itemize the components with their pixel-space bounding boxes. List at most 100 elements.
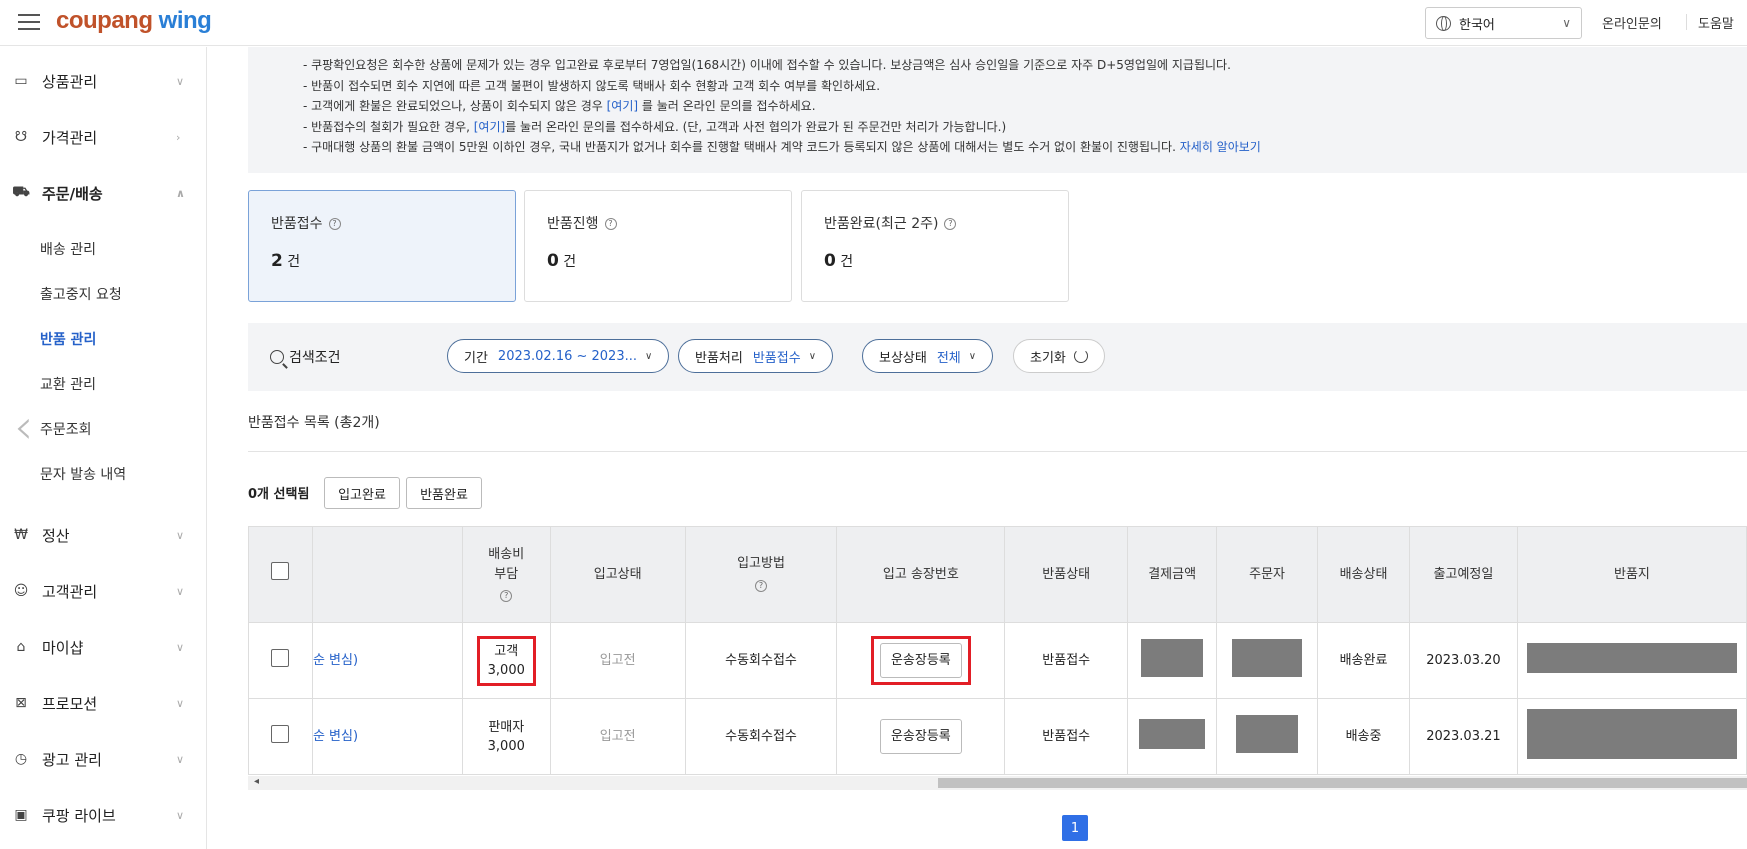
notice-line: - 반품이 접수되면 회수 지연에 따른 고객 불편이 발생하지 않도록 택배사… bbox=[303, 78, 881, 93]
scroll-left-icon[interactable]: ◂ bbox=[254, 776, 259, 787]
reset-label: 초기화 bbox=[1030, 350, 1066, 366]
return-process-filter[interactable]: 반품처리 반품접수 ∨ bbox=[678, 339, 834, 373]
header-return-address: 반품지 bbox=[1516, 526, 1747, 623]
chevron-down-icon: ∨ bbox=[176, 808, 185, 822]
period-filter[interactable]: 기간 2023.02.16 ~ 2023... ∨ bbox=[447, 339, 670, 373]
top-header: coupang wing 한국어 ∨ 온라인문의 도움말 bbox=[0, 0, 1747, 46]
coupang-wing-logo[interactable]: coupang wing bbox=[56, 7, 212, 35]
chevron-down-icon: ∨ bbox=[176, 640, 185, 654]
sidebar-sub-sms-history[interactable]: 문자 발송 내역 bbox=[40, 464, 126, 484]
card-count: 0 건 bbox=[547, 251, 769, 271]
notice-line: - 고객에게 환불은 완료되었으나, 상품이 회수되지 않은 경우 [여기] 를… bbox=[303, 96, 1747, 117]
search-icon bbox=[270, 350, 284, 364]
search-conditions-label: 검색조건 bbox=[270, 347, 341, 367]
help-icon[interactable]: ? bbox=[328, 218, 341, 230]
chevron-down-icon: ∨ bbox=[808, 350, 817, 362]
help-icon[interactable]: ? bbox=[604, 218, 617, 230]
chevron-down-icon: ∨ bbox=[1562, 16, 1571, 30]
sidebar-item-product[interactable]: ▭ 상품관리 ∨ bbox=[0, 61, 207, 101]
notice-text: - 고객에게 환불은 완료되었으나, 상품이 회수되지 않은 경우 bbox=[303, 99, 607, 113]
selected-count: 0개 선택됨 bbox=[248, 483, 309, 502]
notice-here-link[interactable]: [여기] bbox=[607, 99, 638, 113]
redacted-block bbox=[1232, 638, 1303, 677]
card-return-complete[interactable]: 반품완료(최근 2주)? 0 건 bbox=[801, 190, 1069, 302]
header-return-status: 반품상태 bbox=[1004, 526, 1129, 623]
sidebar-sub-exchange[interactable]: 교환 관리 bbox=[40, 374, 96, 394]
sidebar-item-live[interactable]: ▣ 쿠팡 라이브 ∨ bbox=[0, 795, 207, 835]
return-address-cell bbox=[1516, 622, 1747, 699]
card-title-text: 반품완료(최근 2주) bbox=[824, 216, 939, 232]
in-status-cell: 입고전 bbox=[549, 698, 686, 775]
sidebar-item-customer[interactable]: ☺ 고객관리 ∨ bbox=[0, 571, 207, 611]
help-icon[interactable]: ? bbox=[755, 580, 767, 592]
receive-complete-button[interactable]: 입고완료 bbox=[324, 477, 400, 509]
chevron-right-icon: › bbox=[176, 130, 181, 144]
return-table: 배송비부담 ? 입고상태 입고방법 ? 입고 송장번호 반품상태 결제금액 주문… bbox=[248, 526, 1747, 775]
sidebar-item-label: 프로모션 bbox=[42, 694, 98, 713]
reason-cell: 순 변심) bbox=[311, 698, 463, 775]
chevron-down-icon: ∨ bbox=[968, 350, 977, 362]
collapse-sidebar-icon[interactable]: ‹ bbox=[14, 399, 33, 455]
learn-more-link[interactable]: 자세히 알아보기 bbox=[1180, 140, 1261, 154]
payment-cell bbox=[1127, 698, 1218, 775]
select-all-checkbox[interactable] bbox=[271, 562, 290, 580]
invoice-cell: 운송장등록 bbox=[836, 622, 1006, 699]
menu-icon[interactable] bbox=[18, 14, 40, 32]
row-checkbox[interactable] bbox=[271, 648, 290, 667]
help-link[interactable]: 도움말 bbox=[1698, 13, 1734, 32]
sidebar-sub-delivery[interactable]: 배송 관리 bbox=[40, 239, 96, 259]
sidebar-item-price[interactable]: ☋ 가격관리 › bbox=[0, 117, 207, 157]
card-count-unit: 건 bbox=[287, 254, 301, 270]
notice-text: 를 눌러 온라인 문의를 접수하세요. (단, 고객과 사전 협의가 완료가 된… bbox=[505, 119, 1007, 134]
header-text: 배송비부담 bbox=[488, 546, 525, 582]
return-complete-button[interactable]: 반품완료 bbox=[406, 477, 482, 509]
page-button-current[interactable]: 1 bbox=[1062, 815, 1088, 841]
reason-cell: 순 변심) bbox=[311, 622, 463, 699]
card-count: 2 건 bbox=[271, 251, 493, 271]
sidebar-item-ads[interactable]: ◷ 광고 관리 ∨ bbox=[0, 739, 207, 779]
filter-value: 2023.02.16 ~ 2023... bbox=[497, 348, 637, 364]
chevron-down-icon: ∨ bbox=[176, 752, 185, 766]
header-reason bbox=[311, 526, 463, 623]
won-coin-icon: ₩ bbox=[14, 527, 28, 543]
language-select[interactable]: 한국어 ∨ bbox=[1425, 7, 1582, 39]
sidebar-sub-return[interactable]: 반품 관리 bbox=[40, 329, 96, 349]
sidebar-item-myshop[interactable]: ⌂ 마이샵 ∨ bbox=[0, 627, 207, 667]
sidebar-sub-stop-shipping[interactable]: 출고중지 요청 bbox=[40, 284, 122, 304]
row-select-cell bbox=[248, 698, 313, 775]
compensation-filter[interactable]: 보상상태 전체 ∨ bbox=[862, 339, 994, 373]
smile-icon: ☺ bbox=[13, 583, 29, 599]
reset-button[interactable]: 초기화 bbox=[1013, 339, 1105, 373]
reason-link[interactable]: 순 변심) bbox=[313, 653, 358, 668]
reason-link[interactable]: 순 변심) bbox=[313, 729, 358, 744]
sidebar-item-order-delivery[interactable]: ⛟ 주문/배송 ∧ bbox=[0, 173, 207, 213]
card-return-in-progress[interactable]: 반품진행? 0 건 bbox=[524, 190, 792, 302]
header-expected-ship-date: 출고예정일 bbox=[1408, 526, 1518, 623]
register-invoice-button[interactable]: 운송장등록 bbox=[879, 719, 962, 754]
header-in-method: 입고방법 ? bbox=[684, 526, 838, 623]
scrollbar-thumb[interactable] bbox=[938, 778, 1747, 788]
card-return-received[interactable]: 반품접수? 2 건 bbox=[248, 190, 516, 302]
fee-text: 3,000 bbox=[487, 738, 525, 754]
header-payment-amount: 결제금액 bbox=[1127, 526, 1218, 623]
online-inquiry-link[interactable]: 온라인문의 bbox=[1602, 13, 1662, 32]
card-count: 0 건 bbox=[824, 251, 1046, 271]
sidebar-item-settlement[interactable]: ₩ 정산 ∨ bbox=[0, 515, 207, 555]
notice-here-link[interactable]: [여기] bbox=[474, 120, 505, 134]
register-invoice-button[interactable]: 운송장등록 bbox=[879, 643, 962, 678]
clock-icon: ◷ bbox=[14, 751, 28, 767]
filter-label: 보상상태 bbox=[879, 350, 927, 366]
notice-line: - 쿠팡확인요청은 회수한 상품에 문제가 있는 경우 입고완료 후로부터 7영… bbox=[303, 58, 1231, 72]
horizontal-scrollbar[interactable]: ◂ bbox=[248, 776, 1747, 790]
payer-text: 고객 bbox=[494, 643, 519, 659]
help-icon[interactable]: ? bbox=[944, 218, 957, 230]
ship-status-cell: 배송중 bbox=[1317, 698, 1410, 775]
sidebar-item-label: 쿠팡 라이브 bbox=[42, 806, 116, 825]
help-icon[interactable]: ? bbox=[500, 589, 513, 602]
sidebar-item-promotion[interactable]: ⊠ 프로모션 ∨ bbox=[0, 683, 207, 723]
highlight-box: 운송장등록 bbox=[870, 636, 971, 685]
sidebar-item-label: 광고 관리 bbox=[42, 750, 102, 769]
row-checkbox[interactable] bbox=[271, 724, 290, 743]
list-title: 반품접수 목록 (총2개) bbox=[248, 415, 380, 431]
sidebar-sub-order-search[interactable]: 주문조회 bbox=[40, 419, 92, 439]
